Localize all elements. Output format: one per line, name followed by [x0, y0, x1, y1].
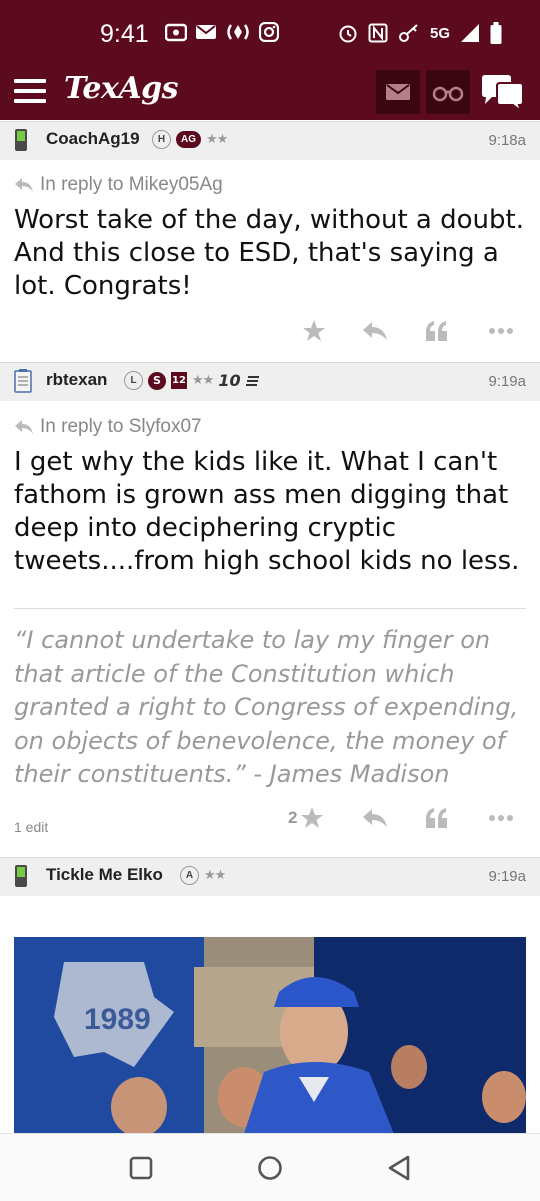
home-icon[interactable] — [257, 1155, 283, 1181]
user-badge: S — [148, 371, 166, 390]
quote-button[interactable] — [425, 313, 449, 349]
mail-icon — [386, 84, 410, 100]
battery-icon — [490, 22, 502, 44]
more-icon — [489, 328, 513, 334]
reply-icon — [363, 809, 387, 827]
post-username[interactable]: Tickle Me Elko — [46, 865, 163, 885]
ten-badge: 10 — [218, 371, 241, 390]
watch-button[interactable] — [426, 70, 470, 114]
post-actions — [0, 313, 540, 349]
reply-to-text: In reply to Slyfox07 — [40, 416, 202, 437]
messages-button[interactable] — [376, 70, 420, 114]
user-badge: A — [180, 866, 199, 885]
user-badges: A ★★ — [180, 866, 226, 885]
reply-to-link[interactable]: In reply to Mikey05Ag — [14, 174, 223, 196]
binoculars-icon — [432, 86, 464, 102]
status-icons-left — [165, 22, 279, 42]
post-username[interactable]: CoachAg19 — [46, 129, 140, 149]
network-type: 5G — [430, 24, 451, 42]
user-badge: L — [124, 371, 143, 390]
reply-icon — [363, 322, 387, 340]
system-nav-bar — [0, 1133, 540, 1201]
user-badges: L S 12 ★★ 10 — [124, 371, 260, 390]
reply-icon — [15, 178, 33, 192]
mail-status-icon — [196, 25, 216, 39]
post-body: Worst take of the day, without a doubt. … — [14, 205, 524, 301]
star-count: 2 — [288, 808, 298, 827]
post-image[interactable]: 1989 — [14, 937, 526, 1134]
post-header: rbtexan L S 12 ★★ 10 9:19a — [0, 362, 540, 401]
post-time: 9:19a — [488, 868, 526, 885]
app-logo[interactable]: TexAgs — [64, 71, 179, 106]
quote-button[interactable] — [425, 800, 449, 836]
user-stars: ★★ — [204, 868, 226, 883]
phone-icon — [15, 865, 27, 887]
instagram-icon — [259, 22, 279, 42]
post-actions: 2 — [0, 800, 540, 836]
user-badge: H — [152, 130, 171, 149]
podcast-icon — [227, 24, 249, 40]
phone-icon — [15, 129, 27, 151]
more-button[interactable] — [488, 313, 514, 349]
banner-text: 1989 — [84, 1003, 151, 1036]
more-icon — [489, 815, 513, 821]
photo-illustration: 1989 — [14, 937, 526, 1134]
app-bar: TexAgs — [0, 68, 540, 120]
user-badge: AG — [176, 131, 201, 148]
radio-icon — [165, 23, 187, 42]
quote-icon — [426, 808, 447, 828]
back-icon[interactable] — [387, 1155, 411, 1181]
user-stars: ★★ — [206, 132, 228, 147]
more-button[interactable] — [488, 800, 514, 836]
alarm-icon — [339, 25, 357, 43]
key-icon — [399, 24, 418, 42]
user-stars: ★★ — [192, 373, 214, 388]
star-icon — [301, 807, 324, 828]
signal-icon — [461, 24, 480, 42]
post-header: CoachAg19 H AG ★★ 9:18a — [0, 121, 540, 160]
signature-divider — [14, 608, 526, 609]
notepad-icon — [14, 369, 32, 393]
star-button[interactable] — [302, 313, 326, 349]
post-body: I get why the kids like it. What I can't… — [14, 447, 520, 576]
reply-to-link[interactable]: In reply to Slyfox07 — [14, 416, 202, 438]
status-bar: 9:41 5G — [0, 0, 540, 68]
post-time: 9:19a — [488, 373, 526, 390]
lines-icon — [245, 375, 259, 386]
status-icons-right: 5G — [338, 22, 502, 44]
quote-icon — [426, 321, 447, 341]
post-header: Tickle Me Elko A ★★ 9:19a — [0, 857, 540, 896]
recents-icon[interactable] — [129, 1156, 153, 1180]
chat-button[interactable] — [480, 74, 526, 116]
post-time: 9:18a — [488, 132, 526, 149]
star-button[interactable]: 2 — [288, 800, 324, 836]
post-username[interactable]: rbtexan — [46, 370, 107, 390]
reply-icon — [15, 420, 33, 434]
reply-to-text: In reply to Mikey05Ag — [40, 174, 223, 195]
nfc-icon — [368, 23, 388, 43]
user-badge: 12 — [171, 372, 187, 389]
reply-button[interactable] — [362, 800, 388, 836]
status-time: 9:41 — [100, 20, 149, 48]
post-signature: “I cannot undertake to lay my finger on … — [14, 626, 519, 788]
chat-icon — [482, 75, 524, 114]
menu-icon[interactable] — [14, 79, 46, 107]
reply-button[interactable] — [362, 313, 388, 349]
user-badges: H AG ★★ — [152, 130, 228, 149]
star-icon — [303, 320, 325, 341]
